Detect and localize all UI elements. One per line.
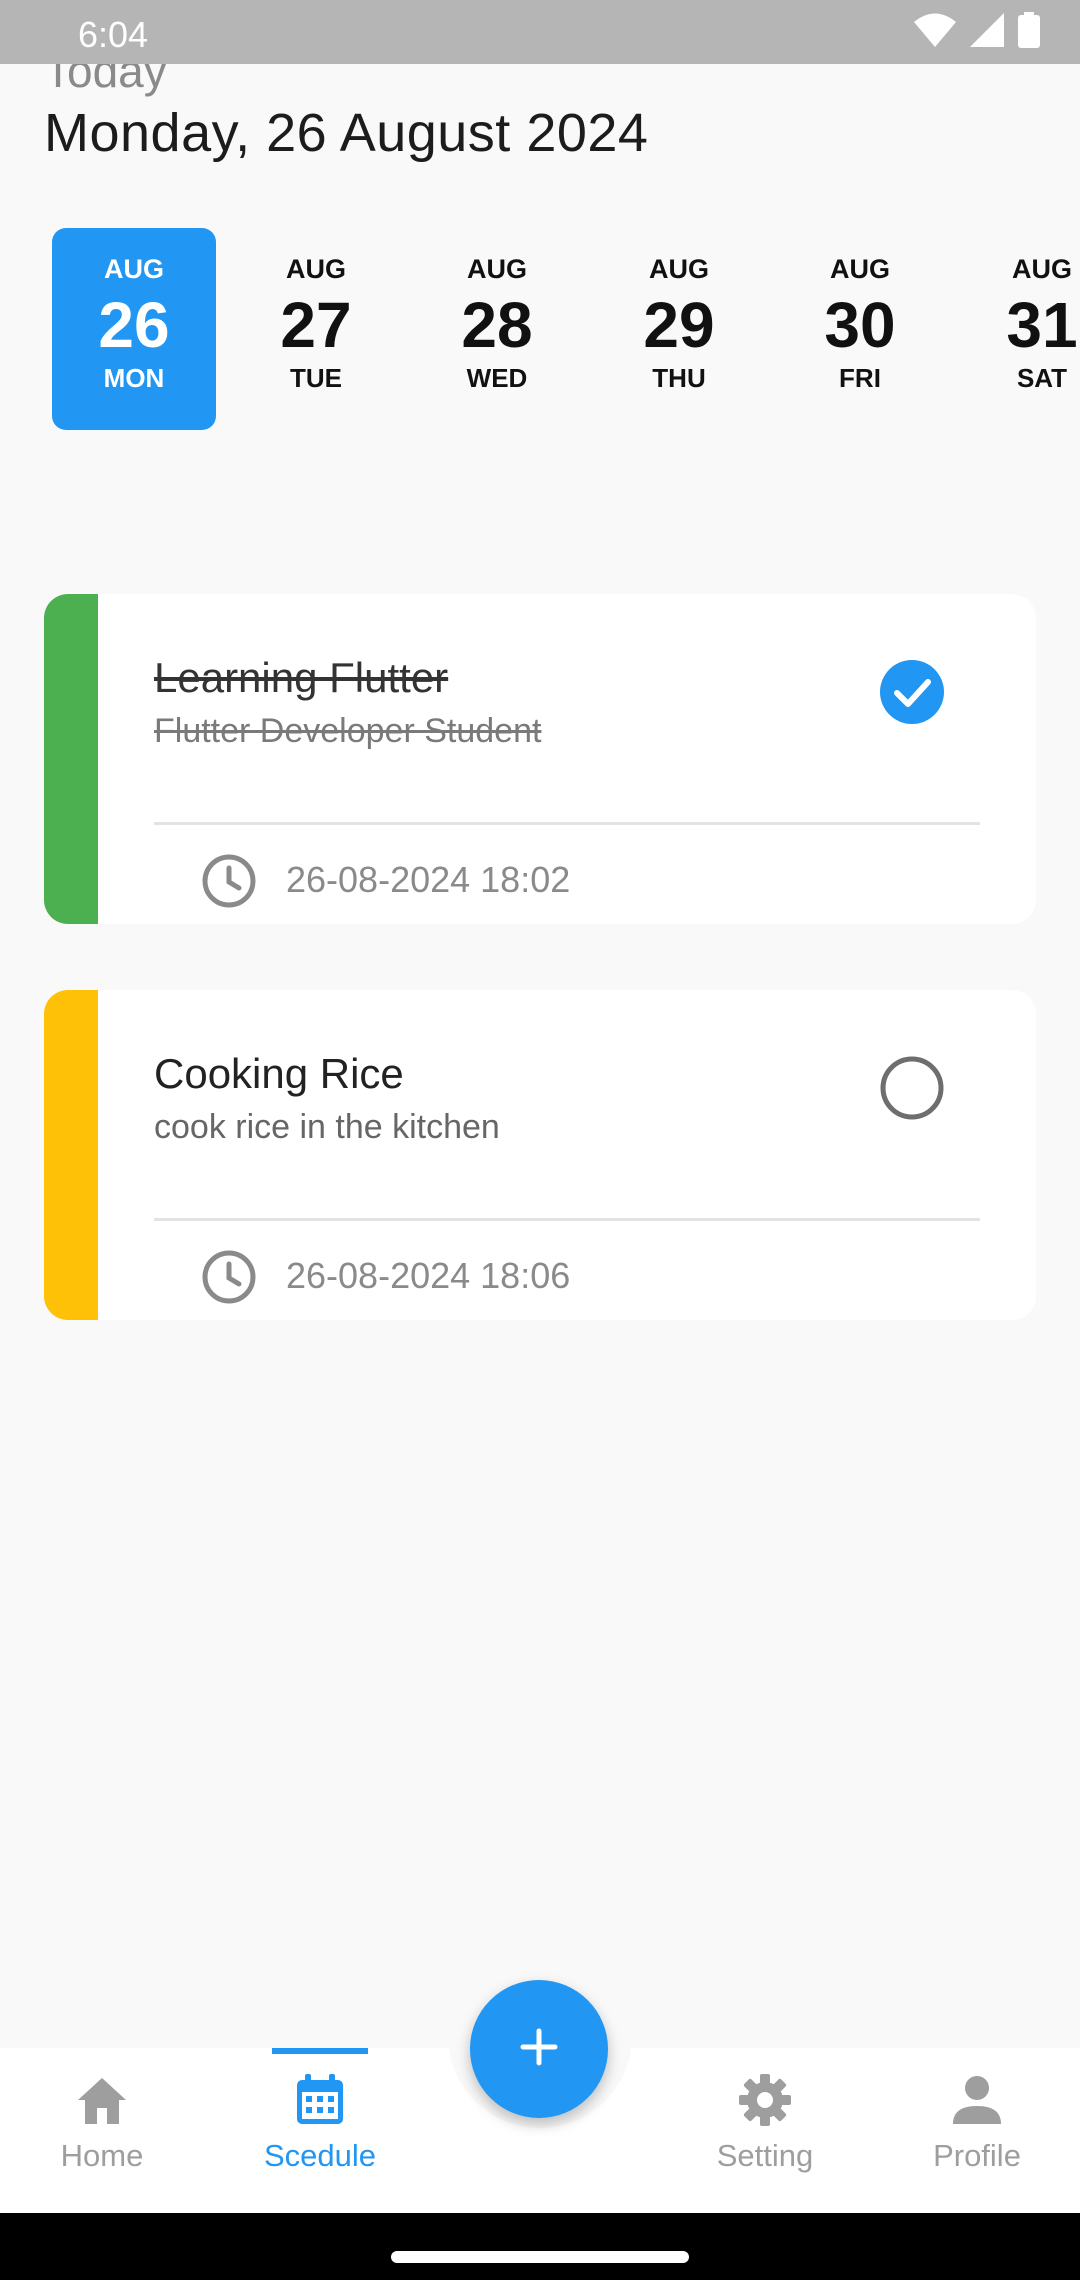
date-picker-strip[interactable]: AUG 26 MON AUG 27 TUE AUG 28 WED AUG 29 …	[0, 228, 1080, 432]
date-month: AUG	[286, 254, 346, 284]
checked-circle-icon[interactable]	[880, 660, 944, 724]
nav-item-profile[interactable]: Profile	[887, 2070, 1067, 2174]
nav-label: Profile	[933, 2138, 1021, 2173]
system-navigation-bar	[0, 2213, 1080, 2280]
nav-label: Setting	[716, 2138, 814, 2173]
add-task-button[interactable]	[470, 1980, 608, 2118]
unchecked-circle-icon[interactable]	[880, 1056, 944, 1120]
task-datetime: 26-08-2024 18:02	[286, 859, 571, 900]
home-icon	[72, 2070, 132, 2130]
divider	[154, 822, 980, 825]
date-item-26[interactable]: AUG 26 MON	[52, 228, 216, 430]
date-month: AUG	[830, 254, 890, 284]
task-color-bar	[44, 594, 98, 924]
date-day: 29	[643, 289, 715, 361]
gear-icon	[735, 2070, 795, 2130]
status-icons	[914, 12, 1040, 53]
nav-item-schedule[interactable]: Scedule	[230, 2070, 410, 2174]
date-day: 26	[98, 289, 170, 361]
date-month: AUG	[467, 254, 527, 284]
date-day: 30	[824, 289, 896, 361]
date-day: 31	[1006, 289, 1078, 361]
date-weekday: TUE	[290, 363, 342, 393]
date-month: AUG	[649, 254, 709, 284]
task-card[interactable]: Learning Flutter Flutter Developer Stude…	[44, 594, 1036, 924]
page-title: Monday, 26 August 2024	[44, 103, 649, 163]
date-weekday: WED	[466, 363, 528, 393]
status-bar: 6:04	[0, 0, 1080, 64]
home-gesture-handle[interactable]	[391, 2251, 689, 2263]
divider	[154, 1218, 980, 1221]
task-card[interactable]: Cooking Rice cook rice in the kitchen 26…	[44, 990, 1036, 1320]
nav-item-home[interactable]: Home	[12, 2070, 192, 2174]
date-item-27[interactable]: AUG 27 TUE	[234, 228, 398, 430]
date-item-28[interactable]: AUG 28 WED	[415, 228, 579, 430]
task-title: Learning Flutter	[154, 654, 449, 701]
date-item-31[interactable]: AUG 31 SAT	[960, 228, 1080, 430]
status-time: 6:04	[78, 14, 149, 55]
task-datetime: 26-08-2024 18:06	[286, 1255, 571, 1296]
task-description: Flutter Developer Student	[154, 712, 542, 750]
signal-icon	[970, 13, 1004, 52]
task-description: cook rice in the kitchen	[154, 1108, 500, 1146]
clock-icon	[200, 1248, 258, 1306]
date-day: 28	[461, 289, 533, 361]
nav-label: Home	[60, 2138, 144, 2173]
wifi-icon	[914, 13, 956, 52]
person-icon	[947, 2070, 1007, 2130]
task-color-bar	[44, 990, 98, 1320]
clock-icon	[200, 852, 258, 910]
date-weekday: THU	[652, 363, 706, 393]
plus-icon	[517, 2025, 561, 2074]
date-day: 27	[280, 289, 352, 361]
active-tab-indicator	[272, 2048, 368, 2054]
date-weekday: MON	[103, 363, 165, 393]
battery-icon	[1018, 12, 1040, 53]
date-item-29[interactable]: AUG 29 THU	[597, 228, 761, 430]
nav-item-setting[interactable]: Setting	[675, 2070, 855, 2174]
calendar-icon	[290, 2070, 350, 2130]
date-weekday: SAT	[1016, 363, 1068, 393]
date-month: AUG	[1012, 254, 1072, 284]
task-title: Cooking Rice	[154, 1050, 404, 1097]
date-month: AUG	[104, 254, 164, 284]
date-weekday: FRI	[839, 363, 881, 393]
date-item-30[interactable]: AUG 30 FRI	[778, 228, 942, 430]
nav-label: Scedule	[263, 2138, 377, 2173]
